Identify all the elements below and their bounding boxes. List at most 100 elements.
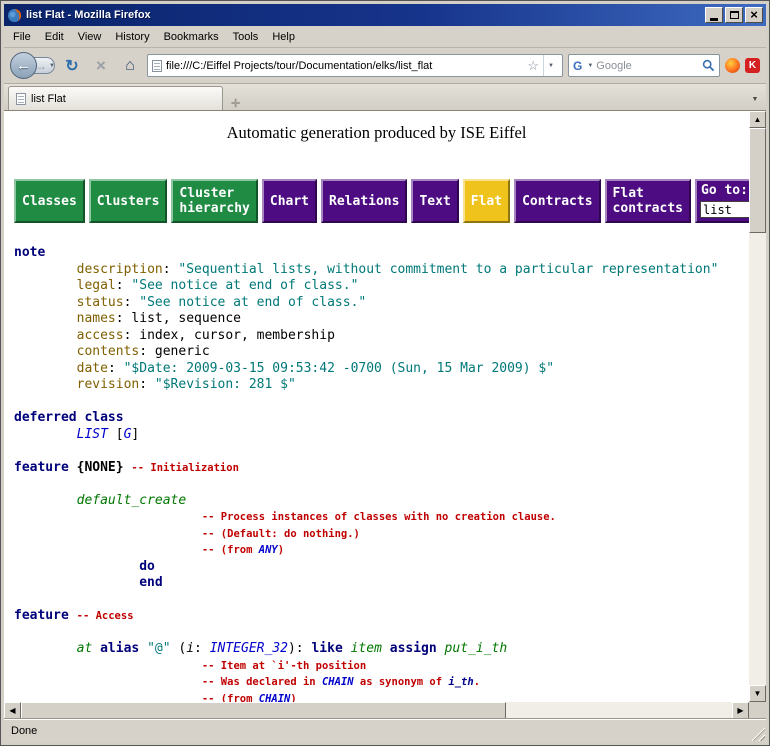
search-magnifier-icon[interactable] [702,59,715,72]
code-segment-str: "Sequential lists, without commitment to… [178,262,718,277]
menu-edit[interactable]: Edit [38,28,71,46]
maximize-button[interactable] [725,7,743,23]
minimize-button[interactable] [705,7,723,23]
address-bar[interactable]: ☆ ▼ [147,54,563,77]
title-bar: list Flat - Mozilla Firefox × [4,4,766,26]
code-segment-comcls[interactable]: ANY [259,544,278,556]
code-segment-comcls[interactable]: CHAIN [322,676,354,688]
vertical-scrollbar[interactable]: ▲ ▼ [749,111,766,702]
extension-icon-red[interactable]: K [745,58,760,73]
code-segment-plain: : [108,361,124,376]
extension-icon-orange[interactable] [725,58,740,73]
code-segment-com: ) [278,544,284,556]
code-segment-cls[interactable]: LIST [77,427,108,442]
code-segment-plain [14,641,77,656]
code-segment-str: "@" [147,641,170,656]
code-segment-comcls[interactable]: CHAIN [259,693,291,703]
doc-button-flat-contracts[interactable]: Flat contracts [605,179,691,223]
back-button[interactable]: ← [10,52,37,79]
menu-file[interactable]: File [6,28,38,46]
menu-history[interactable]: History [108,28,156,46]
code-segment-kw: note [14,245,45,260]
code-segment-kw: deferred class [14,410,124,425]
code-segment-plain [14,295,77,310]
code-segment-plain: : index, cursor, membership [124,328,335,343]
status-bar: Done [4,719,766,742]
code-segment-plain [92,641,100,656]
code-segment-cls[interactable]: INTEGER_32 [210,641,288,656]
search-bar[interactable]: G ▼ [568,54,720,77]
scroll-down-button[interactable]: ▼ [749,685,766,702]
code-segment-plain [14,542,202,557]
code-segment-com: . [474,676,480,688]
code-segment-tag: names [77,311,116,326]
menu-bar: FileEditViewHistoryBookmarksToolsHelp [4,26,766,48]
stop-button[interactable]: × [89,54,113,78]
home-button[interactable]: ⌂ [118,54,142,78]
menu-bookmarks[interactable]: Bookmarks [157,28,226,46]
vertical-scroll-thumb[interactable] [749,128,766,233]
page-favicon [152,60,162,72]
code-segment-feat[interactable]: item [351,641,382,656]
home-icon: ⌂ [125,57,135,75]
scroll-up-button[interactable]: ▲ [749,111,766,128]
doc-button-classes[interactable]: Classes [14,179,85,223]
doc-button-chart[interactable]: Chart [262,179,317,223]
code-line: feature {NONE} -- Initialization [14,460,749,477]
code-segment-kw: assign [390,641,437,656]
bookmark-star-icon[interactable]: ☆ [527,59,539,72]
tab-list-flat[interactable]: list Flat [8,86,223,110]
code-segment-comfeat[interactable]: i_th [448,676,473,688]
code-line [14,592,749,609]
doc-button-contracts[interactable]: Contracts [514,179,600,223]
menu-view[interactable]: View [71,28,109,46]
close-button[interactable]: × [745,7,763,23]
code-segment-plain [14,575,139,590]
menu-help[interactable]: Help [265,28,302,46]
doc-button-cluster-hierarchy[interactable]: Cluster hierarchy [171,179,257,223]
reload-button[interactable]: ↻ [60,54,84,78]
code-segment-kw: end [139,575,162,590]
browser-window: list Flat - Mozilla Firefox × FileEditVi… [0,0,770,746]
code-line: note [14,245,749,262]
horizontal-scroll-track[interactable] [21,702,732,719]
code-segment-arg: i [186,641,194,656]
list-all-tabs-button[interactable]: ▼ [746,88,764,110]
goto-input[interactable] [700,201,749,218]
code-segment-feat[interactable]: default_create [77,493,187,508]
history-dropdown-icon[interactable]: ▼ [49,63,55,69]
google-logo-icon[interactable]: G [573,59,582,73]
resize-grip-icon[interactable] [751,727,765,741]
code-segment-plain [14,658,202,673]
doc-button-clusters[interactable]: Clusters [89,179,168,223]
code-line: at alias "@" (i: INTEGER_32): like item … [14,641,749,658]
doc-button-relations[interactable]: Relations [321,179,407,223]
code-segment-plain [139,641,147,656]
scroll-left-button[interactable]: ◀ [4,702,21,719]
code-segment-plain [14,311,77,326]
scroll-right-button[interactable]: ▶ [732,702,749,719]
code-segment-plain [382,641,390,656]
code-segment-plain [14,328,77,343]
search-engine-dropdown-icon[interactable]: ▼ [587,63,593,69]
horizontal-scroll-thumb[interactable] [21,702,506,719]
code-segment-com: as synonym of [354,676,449,688]
code-segment-feat[interactable]: at [77,641,93,656]
menu-tools[interactable]: Tools [226,28,266,46]
doc-button-text[interactable]: Text [411,179,458,223]
code-line: default_create [14,493,749,510]
code-segment-tag: description [77,262,163,277]
doc-button-flat[interactable]: Flat [463,179,510,223]
address-input[interactable] [166,60,523,72]
code-segment-feat[interactable]: put_i_th [445,641,508,656]
status-text: Done [4,725,37,737]
code-segment-com: -- (from [202,544,259,556]
vertical-scroll-track[interactable] [749,128,766,685]
address-dropdown-icon[interactable]: ▼ [543,55,558,76]
code-segment-tag: status [77,295,124,310]
new-tab-button[interactable]: ✛ [223,97,248,110]
search-input[interactable] [596,60,699,72]
horizontal-scrollbar[interactable]: ◀ ▶ [4,702,749,719]
code-line: description: "Sequential lists, without … [14,262,749,279]
code-segment-kw: like [311,641,342,656]
